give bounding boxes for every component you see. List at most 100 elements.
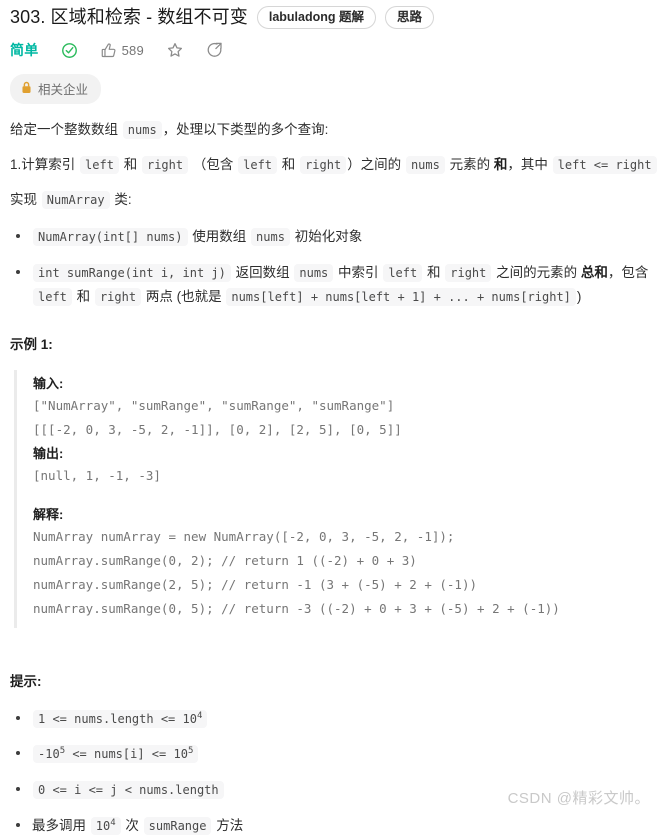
method-1-text-8: ) [576,289,582,305]
query-text-5: ）之间的 [347,156,402,172]
tag-thinking[interactable]: 思路 [384,5,434,29]
example-input-line-2: [[[-2, 0, 3, -5, 2, -1]], [0, 2], [2, 5]… [33,421,402,437]
hint-1-pre: -10 [38,747,60,762]
code-chip-right-3: right [445,264,492,283]
hint-1-post: <= nums[i] <= 10 [65,747,188,762]
code-chip-sum-expression: nums[left] + nums[left + 1] + ... + nums… [226,288,576,307]
implement-prefix: 实现 [10,191,37,207]
hints-list: 1 <= nums.length <= 104 -105 <= nums[i] … [10,707,658,837]
example-explain-line-1: NumArray numArray = new NumArray([-2, 0,… [33,528,455,544]
lock-icon [21,81,32,97]
query-text-6: 元素的 [449,156,491,172]
code-chip-right-4: right [94,288,142,307]
code-chip-nums: nums [122,121,162,139]
example-output-label: 输出: [33,446,64,462]
intro-suffix: ，处理以下类型的多个查询: [162,122,329,137]
method-1-text-7: 两点 (也就是 [145,289,222,305]
related-companies-badge[interactable]: 相关企业 [10,74,102,104]
query-number: 1. [10,156,22,172]
list-item: 1 <= nums.length <= 104 [10,707,658,731]
code-chip-nums-2: nums [405,155,445,174]
example-explain-line-4: numArray.sumRange(0, 5); // return -3 ((… [33,601,560,617]
example-input-label: 输入: [33,375,64,391]
hint-3-text-2: 次 [125,817,139,833]
code-chip-nums-4: nums [294,264,334,283]
code-chip-left: left [80,155,119,174]
intro-prefix: 给定一个整数数组 [10,122,118,137]
list-item: int sumRange(int i, int j) 返回数组 nums 中索引… [10,261,658,308]
thumbs-up-icon [100,42,117,59]
page-title: 303. 区域和检索 - 数组不可变 [10,7,248,27]
share-icon [206,41,224,59]
implement-suffix: 类: [114,191,132,207]
method-1-text-6: 和 [76,289,91,305]
list-item: -105 <= nums[i] <= 105 [10,742,658,766]
code-chip-hint-length: 1 <= nums.length <= 104 [33,709,208,728]
check-circle-icon [61,42,78,59]
code-chip-hint-calls: 104 [90,816,121,835]
solved-status-button[interactable] [61,42,78,59]
example-output-line-1: [null, 1, -1, -3] [33,468,161,484]
like-count: 589 [121,42,144,58]
query-text-4: 和 [281,156,296,172]
code-chip-left-3: left [383,264,423,283]
list-item: NumArray(int[] nums) 使用数组 nums 初始化对象 [10,225,658,249]
share-button[interactable] [206,41,224,59]
intro-paragraph: 给定一个整数数组 nums ，处理以下类型的多个查询: [10,120,658,141]
method-1-text-2: 中索引 [338,265,379,281]
title-row: 303. 区域和检索 - 数组不可变 labuladong 题解 思路 [10,4,658,30]
list-item: 最多调用 104 次 sumRange 方法 [10,814,658,837]
query-text-3: （包含 [192,156,234,172]
query-text-2: 和 [123,156,138,172]
code-chip-right-2: right [300,155,347,174]
company-row: 相关企业 [10,74,658,104]
hint-3-code-1: 10 [95,818,111,833]
code-chip-constructor: NumArray(int[] nums) [33,227,188,246]
hint-3-code-1-sup: 4 [110,817,116,828]
method-1-text-1: 返回数组 [235,265,290,281]
like-button[interactable]: 589 [100,42,144,59]
star-icon [166,41,184,59]
example-explain-label: 解释: [33,506,64,522]
code-chip-left-2: left [238,155,278,174]
code-chip-sumrange: sumRange [143,816,212,835]
problem-description: 给定一个整数数组 nums ，处理以下类型的多个查询: 1.计算索引 left 和… [10,120,658,837]
code-chip-numarray: NumArray [41,190,110,209]
method-list: NumArray(int[] nums) 使用数组 nums 初始化对象 int… [10,225,658,309]
csdn-watermark: CSDN @精彩文帅。 [507,790,650,807]
method-0-text-2: 初始化对象 [294,228,363,244]
query-text-1: 计算索引 [21,156,76,172]
code-chip-left-le-right: left <= right [552,155,657,174]
query-description: 1.计算索引 left 和 right （包含 left 和 right ）之间的… [10,155,658,176]
example-block: 输入: ["NumArray", "sumRange", "sumRange",… [14,369,658,628]
method-1-text-3: 和 [426,265,441,281]
example-heading: 示例 1: [10,336,53,352]
example-spacer [33,491,658,505]
hint-1-sup2: 5 [187,746,194,757]
favorite-button[interactable] [166,41,184,59]
example-explain-line-2: numArray.sumRange(0, 2); // return 1 ((-… [33,552,417,568]
problem-page: 303. 区域和检索 - 数组不可变 labuladong 题解 思路 简单 5… [0,0,668,837]
method-1-bold-total: 总和 [580,265,608,281]
hint-3-text-1: 最多调用 [32,817,86,833]
hint-0-sup: 4 [196,710,203,721]
tag-labuladong[interactable]: labuladong 题解 [256,5,376,29]
implement-paragraph: 实现 NumArray 类: [10,190,658,211]
query-text-7: ，其中 [507,156,548,172]
hint-3-text-3: 方法 [216,817,244,833]
query-bold-sum: 和 [493,156,508,172]
example-input-line-1: ["NumArray", "sumRange", "sumRange", "su… [33,397,395,413]
code-chip-hint-indices: 0 <= i <= j < nums.length [33,780,224,799]
method-1-text-4: 之间的元素的 [496,265,578,281]
method-1-text-5: ，包含 [607,265,649,281]
hint-0-pre: 1 <= nums.length <= 10 [38,711,197,726]
related-companies-label: 相关企业 [38,83,89,97]
method-0-text-1: 使用数组 [192,228,247,244]
code-chip-hint-range: -105 <= nums[i] <= 105 [33,745,199,764]
examples-section: 示例 1: 输入: ["NumArray", "sumRange", "sumR… [10,335,658,628]
hints-heading: 提示: [10,673,42,689]
example-explain-line-3: numArray.sumRange(2, 5); // return -1 (3… [33,577,478,593]
code-chip-left-4: left [33,288,72,307]
hints-section: 提示: 1 <= nums.length <= 104 -105 <= nums… [10,672,658,837]
code-chip-right: right [141,155,189,174]
